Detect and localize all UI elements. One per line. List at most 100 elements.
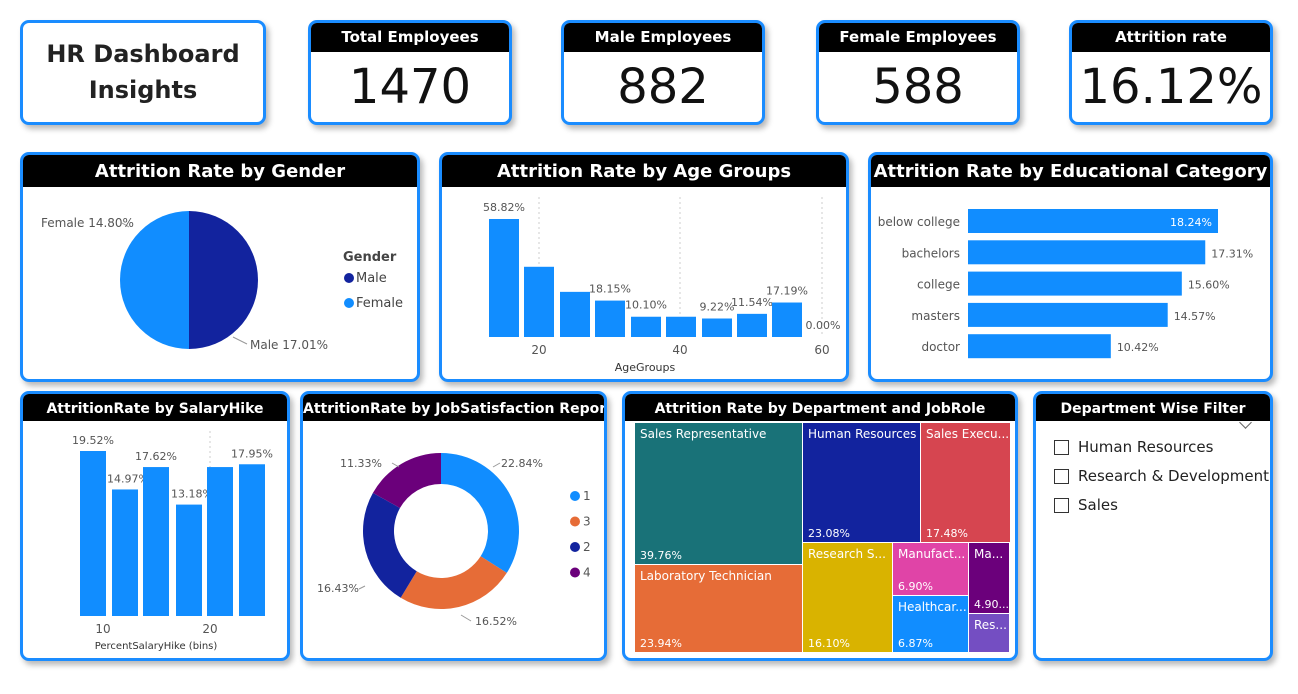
filter-option-label: Human Resources	[1078, 438, 1214, 456]
age-bar[interactable]	[666, 316, 696, 337]
edu-bar-label: 14.57%	[1174, 310, 1216, 323]
treemap-tile-label: Sales Execu...	[926, 427, 1010, 441]
filter-title: Department Wise Filter	[1036, 394, 1270, 421]
salary-chart-card[interactable]: AttritionRate by SalaryHike 19.52% 14.97%…	[20, 391, 290, 661]
age-bar[interactable]	[595, 300, 625, 337]
age-bar[interactable]	[560, 291, 590, 337]
age-bar[interactable]	[737, 313, 767, 337]
donut-slice[interactable]	[363, 492, 417, 598]
salary-bar[interactable]	[143, 467, 169, 616]
edu-bar-label: 18.24%	[1170, 216, 1212, 229]
dashboard-title-line1: HR Dashboard	[46, 40, 240, 68]
edu-chart-card[interactable]: Attrition Rate by Educational Category b…	[868, 152, 1273, 382]
dept-treemap-card[interactable]: Attrition Rate by Department and JobRole…	[622, 391, 1018, 661]
jobsat-chart-card[interactable]: AttritionRate by JobSatisfaction Report …	[300, 391, 607, 661]
treemap-tile[interactable]: Healthcar... 6.87%	[893, 596, 968, 652]
age-chart-card[interactable]: Attrition Rate by Age Groups 58.82% 18.15…	[439, 152, 849, 382]
kpi-value: 882	[617, 59, 709, 115]
edu-bar-label: 17.31%	[1211, 247, 1253, 260]
filter-option-research-development[interactable]: Research & Development	[1054, 465, 1269, 487]
treemap-tile-value: 23.08%	[808, 527, 850, 540]
checkbox[interactable]	[1054, 497, 1069, 513]
dashboard-title-line2: Insights	[88, 76, 198, 104]
treemap-tile[interactable]: Research S... 16.10%	[803, 543, 892, 652]
legend-item[interactable]: 1	[583, 489, 591, 503]
filter-option-label: Sales	[1078, 496, 1118, 514]
pie-label-male: Male 17.01%	[250, 338, 328, 352]
kpi-female-employees[interactable]: Female Employees 588	[816, 20, 1020, 125]
legend-item[interactable]: 2	[583, 540, 591, 554]
treemap-tile-value: 23.94%	[640, 637, 682, 650]
treemap-tile[interactable]: Sales Representative 39.76%	[635, 423, 802, 564]
checkbox[interactable]	[1054, 439, 1069, 455]
x-tick-20: 20	[202, 622, 217, 636]
x-tick-10: 10	[95, 622, 110, 636]
chart-title: Attrition Rate by Gender	[23, 155, 417, 187]
pie-slice-male[interactable]	[189, 211, 258, 349]
edu-category-label: bachelors	[902, 246, 960, 260]
checkbox[interactable]	[1054, 468, 1069, 484]
donut-label-2: 16.43%	[317, 582, 359, 595]
age-bar[interactable]	[631, 316, 661, 337]
legend-item-female[interactable]: Female	[356, 296, 403, 311]
salary-bar[interactable]	[176, 504, 202, 616]
gender-pie-chart[interactable]: Female 14.80% Male 17.01% Gender Male Fe…	[23, 187, 417, 379]
donut-slice[interactable]	[441, 453, 519, 573]
salary-bar-label: 13.18%	[171, 488, 213, 501]
kpi-value: 16.12%	[1079, 59, 1263, 115]
age-bar-label: 18.15%	[589, 283, 631, 296]
age-bar[interactable]	[524, 266, 554, 337]
salary-bar[interactable]	[207, 467, 233, 616]
donut-label-1: 22.84%	[501, 457, 543, 470]
salary-bar[interactable]	[239, 464, 265, 616]
legend-title: Gender	[343, 250, 397, 265]
edu-bar[interactable]	[968, 302, 1168, 327]
kpi-attrition-rate[interactable]: Attrition rate 16.12%	[1069, 20, 1273, 125]
legend-item[interactable]: 4	[583, 566, 591, 580]
treemap-tile-value: 16.10%	[808, 637, 850, 650]
age-bar-chart[interactable]: 58.82% 18.15% 10.10% 9.22%11.54%17.19% 0.00%…	[442, 187, 846, 379]
treemap-tile-value: 6.90%	[898, 580, 933, 593]
salary-bar[interactable]	[112, 489, 138, 616]
treemap-tile-label: Ma...	[974, 547, 1004, 561]
legend-marker-male	[344, 273, 354, 283]
x-tick-40: 40	[672, 343, 687, 357]
edu-category-label: college	[917, 278, 960, 292]
kpi-value: 588	[872, 59, 964, 115]
edu-bar-chart[interactable]: below college 18.24% bachelors 17.31% colleg…	[871, 187, 1270, 379]
legend-item-male[interactable]: Male	[356, 271, 387, 286]
age-bar-label: 0.00%	[806, 319, 841, 332]
treemap-tile[interactable]: Res...	[969, 614, 1009, 652]
age-bar[interactable]	[772, 302, 802, 337]
treemap-tile[interactable]: Sales Execu... 17.48%	[921, 423, 1010, 542]
age-bar[interactable]	[702, 318, 732, 337]
treemap-tile[interactable]: Human Resources 23.08%	[803, 423, 920, 542]
treemap-tile[interactable]: Manufact... 6.90%	[893, 543, 968, 595]
treemap-tile[interactable]: Ma... 4.90...	[969, 543, 1009, 613]
department-filter-card[interactable]: Department Wise Filter Human Resources R…	[1033, 391, 1273, 661]
jobsat-donut-chart[interactable]: 22.84% 16.52% 16.43% 11.33% 1 3 2 4	[303, 421, 604, 658]
dept-treemap[interactable]: Sales Representative 39.76% Laboratory Tec…	[625, 421, 1015, 658]
edu-bar[interactable]	[968, 334, 1111, 359]
treemap-tile[interactable]: Laboratory Technician 23.94%	[635, 565, 802, 652]
x-tick-60: 60	[814, 343, 829, 357]
edu-bar[interactable]	[968, 271, 1182, 296]
age-bar[interactable]	[489, 219, 519, 337]
salary-bar[interactable]	[80, 451, 106, 616]
age-bar-label: 9.22%	[700, 301, 735, 314]
pie-slice-female[interactable]	[120, 211, 189, 349]
donut-slice[interactable]	[400, 556, 507, 609]
edu-bar[interactable]	[968, 240, 1206, 265]
x-tick-20: 20	[531, 343, 546, 357]
legend-item[interactable]: 3	[583, 515, 591, 529]
chart-title: Attrition Rate by Age Groups	[442, 155, 846, 187]
edu-category-label: masters	[911, 309, 960, 323]
kpi-total-employees[interactable]: Total Employees 1470	[308, 20, 512, 125]
gender-chart-card[interactable]: Attrition Rate by Gender Female 14.80% M…	[20, 152, 420, 382]
kpi-male-employees[interactable]: Male Employees 882	[561, 20, 765, 125]
kpi-value: 1470	[348, 59, 472, 115]
filter-option-sales[interactable]: Sales	[1054, 494, 1118, 516]
salary-bar-chart[interactable]: 19.52% 14.97% 17.62% 13.18% 17.95% 10 20 Per…	[23, 421, 287, 658]
legend-marker	[570, 491, 580, 501]
filter-option-human-resources[interactable]: Human Resources	[1054, 436, 1213, 458]
